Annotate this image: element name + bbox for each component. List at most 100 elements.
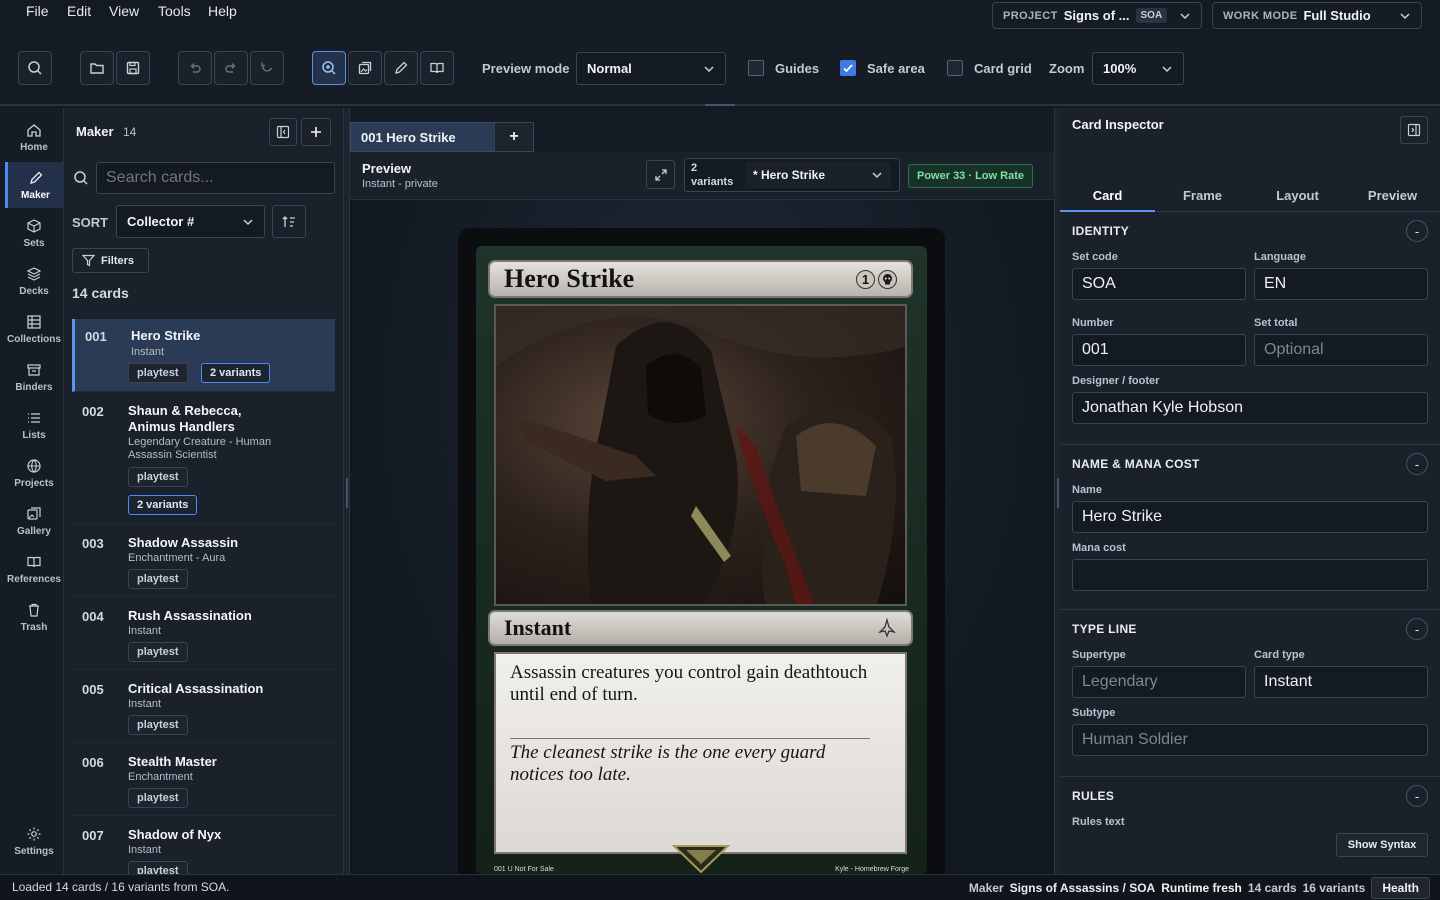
menu-file[interactable]: File xyxy=(26,3,49,19)
undo-button[interactable] xyxy=(178,51,212,85)
nav-item-lists[interactable]: Lists xyxy=(5,402,63,448)
panel-title: Maker xyxy=(76,124,114,139)
reset-button[interactable] xyxy=(250,51,284,85)
nav-item-sets[interactable]: Sets xyxy=(5,210,63,256)
collapse-inspector-button[interactable] xyxy=(1400,116,1428,144)
card-title-bar: Hero Strike 1 xyxy=(488,260,913,298)
tab-frame[interactable]: Frame xyxy=(1155,180,1250,212)
name-input[interactable]: Hero Strike xyxy=(1072,501,1428,533)
card-name: Rush Assassination xyxy=(128,608,252,623)
nav-item-collections[interactable]: Collections xyxy=(5,306,63,352)
nav-item-projects[interactable]: Projects xyxy=(5,450,63,496)
fullscreen-button[interactable] xyxy=(646,160,675,189)
show-syntax-button[interactable]: Show Syntax xyxy=(1336,833,1428,857)
filters-button[interactable]: Filters xyxy=(72,248,149,273)
book-icon xyxy=(26,554,42,570)
refresh-icon xyxy=(259,60,275,76)
image-tool-button[interactable] xyxy=(348,51,382,85)
sort-select[interactable]: Collector # xyxy=(116,205,265,238)
nav-item-gallery[interactable]: Gallery xyxy=(5,498,63,544)
card-row-001[interactable]: 001 Hero Strike Instant playtest 2 varia… xyxy=(72,319,335,392)
card-row-007[interactable]: 007 Shadow of Nyx Instant playtest xyxy=(72,818,335,874)
nav-item-maker[interactable]: Maker xyxy=(5,162,63,208)
variants-count: 2 xyxy=(691,162,698,174)
card-row-005[interactable]: 005 Critical Assassination Instant playt… xyxy=(72,672,335,743)
search-button[interactable] xyxy=(18,51,52,85)
number-input[interactable]: 001 xyxy=(1072,334,1246,366)
menu-edit[interactable]: Edit xyxy=(67,3,91,19)
card-row-003[interactable]: 003 Shadow Assassin Enchantment - Aura p… xyxy=(72,526,335,597)
card-row-004[interactable]: 004 Rush Assassination Instant playtest xyxy=(72,599,335,670)
card-type-input[interactable]: Instant xyxy=(1254,666,1428,698)
save-button[interactable] xyxy=(116,51,150,85)
health-button[interactable]: Health xyxy=(1371,877,1430,899)
number-label: Number xyxy=(1072,317,1114,329)
nav-item-label: Decks xyxy=(19,285,49,297)
zoom-tool-button[interactable] xyxy=(312,51,346,85)
work-mode-selector[interactable]: WORK MODE Full Studio xyxy=(1212,2,1422,29)
open-button[interactable] xyxy=(80,51,114,85)
add-card-button[interactable] xyxy=(301,118,331,146)
nav-item-settings[interactable]: Settings xyxy=(5,818,63,864)
playtest-tag: playtest xyxy=(128,715,188,735)
designer-input[interactable]: Jonathan Kyle Hobson xyxy=(1072,392,1428,424)
card-type: Instant xyxy=(128,698,162,710)
layers-icon xyxy=(26,266,42,282)
mana-cost-input[interactable] xyxy=(1072,559,1428,591)
list-icon xyxy=(26,410,42,426)
status-maker: Maker xyxy=(968,881,1004,895)
search-input[interactable] xyxy=(96,162,335,194)
sort-direction-button[interactable] xyxy=(272,205,306,238)
tab-layout[interactable]: Layout xyxy=(1250,180,1345,212)
nav-item-decks[interactable]: Decks xyxy=(5,258,63,304)
search-icon xyxy=(27,60,43,76)
language-input[interactable]: EN xyxy=(1254,268,1428,300)
draw-tool-button[interactable] xyxy=(384,51,418,85)
expand-icon xyxy=(654,168,668,182)
variants-tag[interactable]: 2 variants xyxy=(128,495,198,515)
nav-item-label: Home xyxy=(20,141,48,153)
chevron-down-icon xyxy=(242,216,254,228)
nav-item-references[interactable]: References xyxy=(5,546,63,592)
rules-collapse-button[interactable]: - xyxy=(1406,785,1428,807)
card-row-006[interactable]: 006 Stealth Master Enchantment playtest xyxy=(72,745,335,816)
new-tab-button[interactable]: + xyxy=(494,122,534,152)
collapse-panel-button[interactable] xyxy=(269,118,297,146)
card-footer-right: Kyle - Homebrew Forge xyxy=(835,866,909,873)
playtest-tag: playtest xyxy=(128,642,188,662)
zoom-select[interactable]: 100% xyxy=(1092,52,1184,85)
card-grid-checkbox[interactable] xyxy=(947,60,963,76)
card-type-label: Card type xyxy=(1254,649,1305,661)
set-total-input[interactable]: Optional xyxy=(1254,334,1428,366)
preview-mode-select[interactable]: Normal xyxy=(576,52,726,85)
menu-view[interactable]: View xyxy=(109,3,139,19)
project-selector[interactable]: PROJECT Signs of ... SOA xyxy=(992,2,1202,29)
tab-preview[interactable]: Preview xyxy=(1345,180,1440,212)
save-icon xyxy=(125,60,141,76)
subtype-input[interactable]: Human Soldier xyxy=(1072,724,1428,756)
nav-item-binders[interactable]: Binders xyxy=(5,354,63,400)
identity-collapse-button[interactable]: - xyxy=(1406,220,1428,242)
reference-tool-button[interactable] xyxy=(420,51,454,85)
type-line-collapse-button[interactable]: - xyxy=(1406,618,1428,640)
nav-item-home[interactable]: Home xyxy=(5,114,63,160)
variant-selector[interactable]: 2 variants * Hero Strike xyxy=(684,158,900,192)
work-mode-value: Full Studio xyxy=(1303,8,1371,23)
variant-select[interactable]: * Hero Strike xyxy=(745,162,891,188)
nav-item-trash[interactable]: Trash xyxy=(5,594,63,640)
name-cost-collapse-button[interactable]: - xyxy=(1406,453,1428,475)
card-art xyxy=(494,304,907,606)
preview-subtitle: Instant - private xyxy=(362,178,438,190)
tab-card[interactable]: Card xyxy=(1060,180,1155,212)
menu-tools[interactable]: Tools xyxy=(158,3,191,19)
set-code-input[interactable]: SOA xyxy=(1072,268,1246,300)
variants-tag[interactable]: 2 variants xyxy=(201,363,271,383)
redo-button[interactable] xyxy=(214,51,248,85)
menu-help[interactable]: Help xyxy=(208,3,237,19)
safe-area-checkbox[interactable] xyxy=(840,60,856,76)
card-row-002[interactable]: 002 Shaun & Rebecca, Animus Handlers Leg… xyxy=(72,394,335,524)
toolbar-resize-handle[interactable] xyxy=(705,104,735,106)
guides-checkbox[interactable] xyxy=(748,60,764,76)
supertype-input[interactable]: Legendary xyxy=(1072,666,1246,698)
preview-header: Preview Instant - private 2 variants * H… xyxy=(350,152,1054,200)
